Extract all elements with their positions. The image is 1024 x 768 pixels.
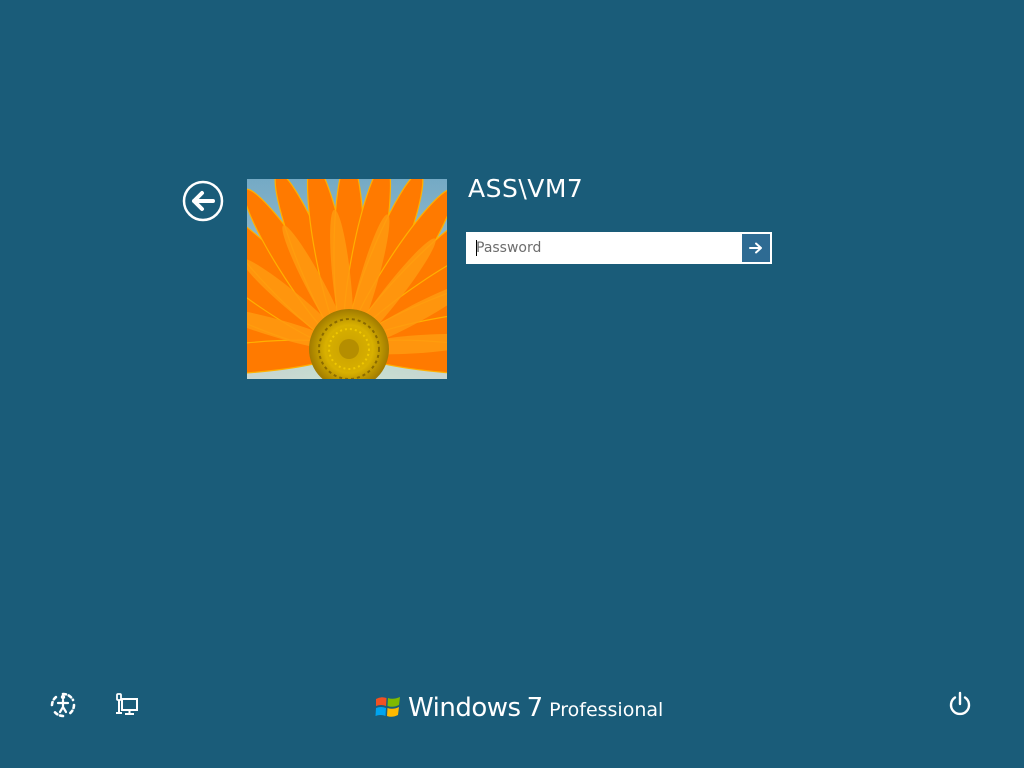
- windows-logo-icon: [375, 697, 400, 717]
- network-icon: [116, 693, 138, 715]
- text-caret: [476, 240, 477, 256]
- user-avatar: [247, 179, 447, 379]
- network-button[interactable]: [113, 691, 141, 719]
- power-button[interactable]: [946, 690, 974, 718]
- power-icon: [949, 691, 971, 716]
- password-input[interactable]: [467, 233, 741, 263]
- submit-button[interactable]: [742, 234, 770, 262]
- ease-of-access-icon: [50, 692, 76, 718]
- ease-of-access-button[interactable]: [49, 691, 77, 719]
- password-box: [466, 232, 772, 264]
- windows-version: 7: [526, 693, 544, 723]
- back-arrow-icon: [182, 180, 224, 222]
- windows-wordmark: Windows: [408, 693, 521, 723]
- windows-branding: Windows 7 Professional: [374, 688, 663, 728]
- windows-edition: Professional: [549, 699, 664, 721]
- arrow-right-icon: [749, 242, 762, 254]
- back-button[interactable]: [182, 180, 224, 222]
- username-label: ASS\VM7: [468, 174, 584, 203]
- flower-avatar-image: [247, 179, 447, 379]
